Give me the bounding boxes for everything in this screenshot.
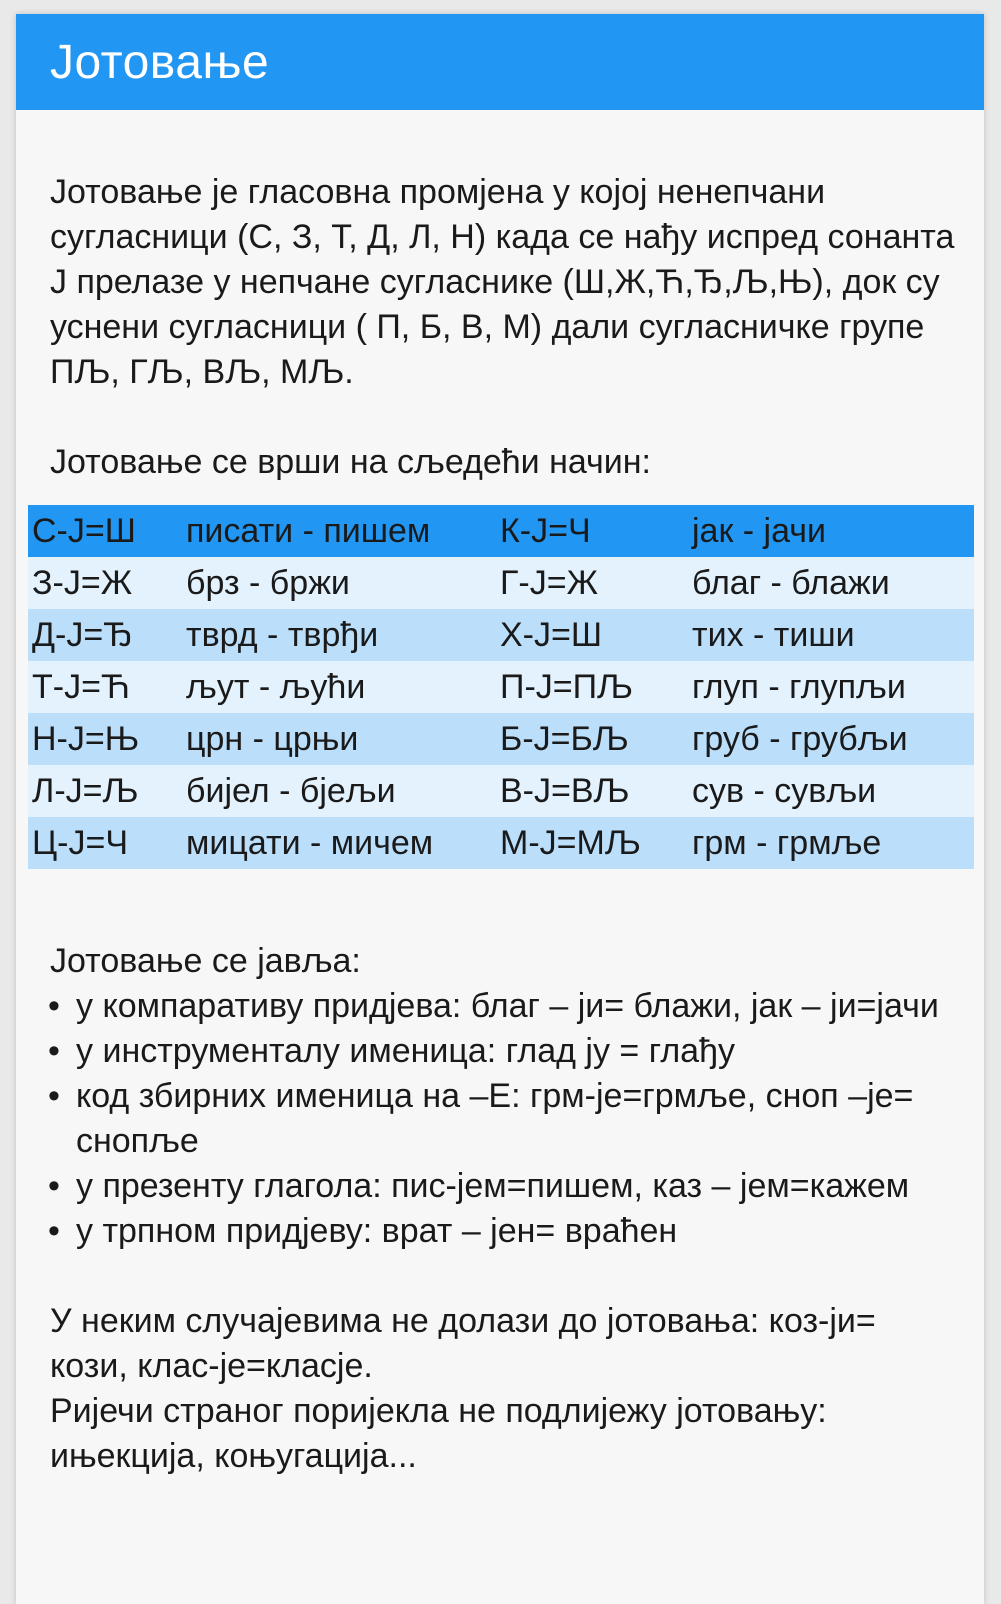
table-cell: писати - пишем — [182, 505, 496, 557]
table-cell: љут - љући — [182, 661, 496, 713]
table-cell: Г-Ј=Ж — [496, 557, 688, 609]
table-row-selected[interactable]: С-Ј=Ш писати - пишем К-Ј=Ч јак - јачи — [28, 505, 974, 557]
table-cell: глуп - глупљи — [688, 661, 974, 713]
table-row[interactable]: Д-Ј=Ђ тврд - тврђи Х-Ј=Ш тих - тиши — [28, 609, 974, 661]
rules-table: С-Ј=Ш писати - пишем К-Ј=Ч јак - јачи З-Ј=Ж б… — [28, 505, 974, 869]
occurrence-section: Јотовање се јавља: • у компаративу придје… — [48, 939, 962, 1254]
bullet-icon: • — [48, 1167, 60, 1205]
list-item: • у трпном придјеву: врат – јен= враћен — [48, 1209, 962, 1254]
list-item-text: у компаративу придјева: благ – ји= блажи… — [76, 987, 939, 1025]
table-cell: С-Ј=Ш — [28, 505, 182, 557]
lesson-content: Јотовање је гласовна промјена у којој не… — [16, 110, 984, 1479]
table-intro: Јотовање се врши на сљедећи начин: — [50, 443, 651, 481]
list-item-text: у презенту глагола: пис-јем=пишем, каз –… — [76, 1167, 910, 1205]
table-row[interactable]: З-Ј=Ж брз - бржи Г-Ј=Ж благ - блажи — [28, 557, 974, 609]
table-cell: тврд - тврђи — [182, 609, 496, 661]
bullet-icon: • — [48, 1077, 60, 1115]
table-cell: груб - грубљи — [688, 713, 974, 765]
table-cell: грм - грмље — [688, 817, 974, 869]
table-cell: З-Ј=Ж — [28, 557, 182, 609]
table-cell: бијел - бјељи — [182, 765, 496, 817]
list-item: • у презенту глагола: пис-јем=пишем, каз … — [48, 1164, 962, 1209]
table-row[interactable]: Н-Ј=Њ црн - црњи Б-Ј=БЉ груб - грубљи — [28, 713, 974, 765]
table-cell: М-Ј=МЉ — [496, 817, 688, 869]
table-cell: јак - јачи — [688, 505, 974, 557]
table-cell: В-Ј=ВЉ — [496, 765, 688, 817]
bullet-icon: • — [48, 987, 60, 1025]
closing-foreign-words: Ријечи страног поријекла не подлијежу јо… — [50, 1392, 827, 1475]
bullet-icon: • — [48, 1212, 60, 1250]
table-cell: Ц-Ј=Ч — [28, 817, 182, 869]
list-item: • код збирних именица на –Е: грм-је=грмље… — [48, 1074, 962, 1164]
app-header: Јотовање — [16, 14, 984, 110]
table-cell: К-Ј=Ч — [496, 505, 688, 557]
intro-paragraph: Јотовање је гласовна промјена у којој не… — [50, 173, 955, 391]
table-cell: мицати - мичем — [182, 817, 496, 869]
table-cell: Т-Ј=Ћ — [28, 661, 182, 713]
table-cell: Д-Ј=Ђ — [28, 609, 182, 661]
rules-table-wrap: С-Ј=Ш писати - пишем К-Ј=Ч јак - јачи З-Ј=Ж б… — [28, 505, 974, 869]
list-item: • у инструменталу именица: глад ју = глађ… — [48, 1029, 962, 1074]
table-cell: брз - бржи — [182, 557, 496, 609]
table-row[interactable]: Л-Ј=Љ бијел - бјељи В-Ј=ВЉ сув - сувљи — [28, 765, 974, 817]
table-row[interactable]: Ц-Ј=Ч мицати - мичем М-Ј=МЉ грм - грмље — [28, 817, 974, 869]
table-row[interactable]: Т-Ј=Ћ љут - љући П-Ј=ПЉ глуп - глупљи — [28, 661, 974, 713]
page-title: Јотовање — [50, 35, 270, 89]
table-cell: Б-Ј=БЉ — [496, 713, 688, 765]
list-item-text: у инструменталу именица: глад ју = глађу — [76, 1032, 735, 1070]
closing-section: У неким случајевима не долази до јотовањ… — [50, 1299, 962, 1479]
list-item-text: у трпном придјеву: врат – јен= враћен — [76, 1212, 678, 1250]
table-cell: Л-Ј=Љ — [28, 765, 182, 817]
table-cell: тих - тиши — [688, 609, 974, 661]
table-cell: сув - сувљи — [688, 765, 974, 817]
lesson-card: Јотовање Јотовање је гласовна промјена у… — [16, 14, 984, 1604]
table-cell: благ - блажи — [688, 557, 974, 609]
occurrence-heading: Јотовање се јавља: — [50, 942, 361, 980]
closing-exceptions: У неким случајевима не долази до јотовањ… — [50, 1302, 876, 1385]
list-item: • у компаративу придјева: благ – ји= блаж… — [48, 984, 962, 1029]
list-item-text: код збирних именица на –Е: грм-је=грмље,… — [76, 1077, 914, 1160]
table-cell: Н-Ј=Њ — [28, 713, 182, 765]
table-cell: П-Ј=ПЉ — [496, 661, 688, 713]
occurrence-list: • у компаративу придјева: благ – ји= блаж… — [48, 984, 962, 1254]
table-cell: Х-Ј=Ш — [496, 609, 688, 661]
bullet-icon: • — [48, 1032, 60, 1070]
table-cell: црн - црњи — [182, 713, 496, 765]
